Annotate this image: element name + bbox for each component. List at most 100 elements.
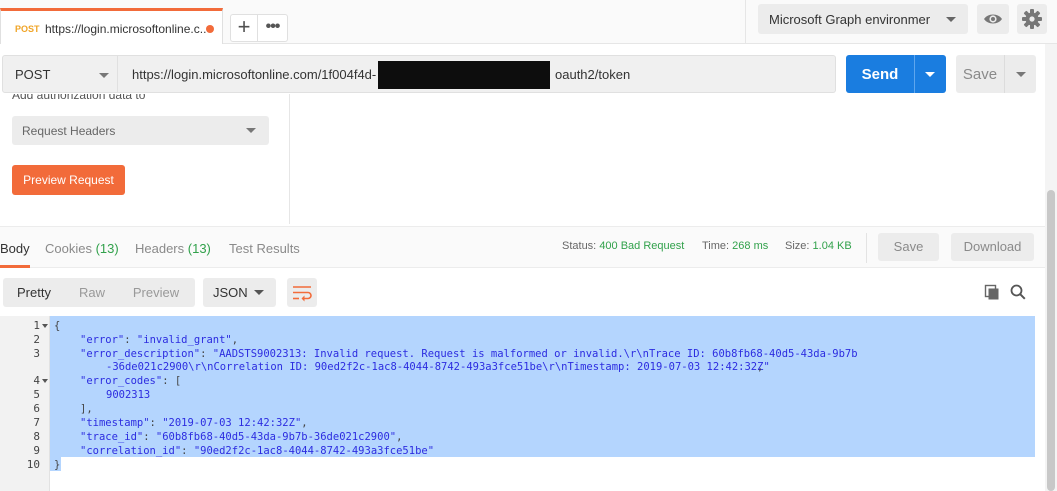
code-brace: { [54,320,61,332]
tab-label: Headers [135,241,185,256]
copy-icon[interactable] [984,284,1000,300]
line-number: 1 [33,319,40,332]
tab-title: https://login.microsoftonline.c... [45,22,207,36]
tab-cookies[interactable]: Cookies (13) [45,241,119,256]
code-line: ], [80,403,93,415]
save-response-button[interactable]: Save [878,233,939,261]
tab-label: Body [0,241,30,256]
view-raw-button[interactable]: Raw [65,278,119,307]
json-value: "60b8fb68-40d5-43da-9b7b-36de021c2900" [155,431,397,443]
line-number: 6 [33,402,40,415]
send-label: Send [861,66,899,83]
size-stat: Size: 1.04 KB [785,240,852,252]
json-value: "90ed2f2c-1ac8-4044-8742-493a3fce51be" [193,445,435,457]
line-number: 10 [26,458,40,471]
chevron-down-icon [246,128,256,133]
code-comma: , [757,361,764,373]
size-label: Size: [785,240,810,252]
json-number: 9002313 [106,389,151,401]
line-number: 2 [33,333,40,346]
eye-icon [984,14,1002,24]
code-area[interactable]: { "error": "invalid_grant", "error_descr… [50,316,1035,491]
json-key: "error" [80,334,125,346]
fold-arrow-icon[interactable] [42,379,48,383]
manage-environments-button[interactable] [1017,4,1047,34]
divider [866,233,867,263]
authorization-panel: Add authorization data to Request Header… [0,94,290,224]
json-value: "2019-07-03 12:42:32Z" [162,417,302,429]
divider [745,0,746,44]
tab-test-results[interactable]: Test Results [229,241,300,256]
format-label: JSON [213,285,248,300]
view-preview-button[interactable]: Preview [119,278,193,307]
unsaved-dot-icon [206,25,214,33]
time-value[interactable]: 268 ms [732,240,768,252]
line-number: 7 [33,416,40,429]
chevron-down-icon[interactable] [1016,72,1026,77]
environment-select[interactable]: Microsoft Graph environmer [758,4,968,34]
url-text-start: https://login.microsoftonline.com/1f004f… [132,67,377,82]
method-select[interactable]: POST [2,55,118,93]
response-body-editor[interactable]: 1 2 3 4 5 6 7 8 9 10 { "error": "invalid… [0,316,1057,491]
status-value[interactable]: 400 Bad Request [599,240,684,252]
redacted-block [378,61,550,89]
line-number: 4 [33,374,40,387]
url-input[interactable]: https://login.microsoftonline.com/1f004f… [118,55,836,93]
status-stat: Status: 400 Bad Request [562,240,684,252]
search-icon[interactable] [1010,284,1026,300]
divider [914,55,915,93]
tab-body[interactable]: Body [0,241,30,256]
line-number-gutter: 1 2 3 4 5 6 7 8 9 10 [0,316,50,491]
download-button[interactable]: Download [951,233,1034,261]
auth-data-location-label: Request Headers [22,124,116,138]
tab-headers[interactable]: Headers (13) [135,241,211,256]
tab-label: Cookies [45,241,92,256]
format-select[interactable]: JSON [203,278,276,307]
fold-arrow-icon[interactable] [42,324,48,328]
scrollbar-thumb[interactable] [1047,190,1055,491]
method-label: POST [15,67,51,82]
add-auth-data-label: Add authorization data to [12,94,146,102]
line-number: 8 [33,430,40,443]
wrap-lines-icon [293,286,312,302]
code-line: "correlation_id": "90ed2f2c-1ac8-4044-87… [80,445,435,457]
preview-request-button[interactable]: Preview Request [12,165,125,195]
time-label: Time: [702,240,730,252]
tab-bar: POST https://login.microsoftonline.c... … [0,0,1057,44]
code-line-wrap: -36de021c2900\r\nCorrelation ID: 90ed2f2… [106,361,770,373]
new-tab-button[interactable]: + [230,14,258,42]
time-stat: Time: 268 ms [702,240,768,252]
save-label: Save [962,66,998,83]
more-tabs-button[interactable]: ••• [258,14,288,42]
chevron-down-icon[interactable] [925,72,935,77]
wrap-lines-button[interactable] [287,278,317,307]
environment-quick-look-button[interactable] [977,4,1009,34]
url-text-end: oauth2/token [555,67,631,82]
request-tab[interactable]: POST https://login.microsoftonline.c... [0,8,223,44]
auth-data-location-select[interactable]: Request Headers [12,116,269,145]
chevron-down-icon [99,73,109,78]
environment-label: Microsoft Graph environmer [769,12,931,27]
send-button[interactable]: Send [846,55,946,93]
code-line: "error_description": "AADSTS9002313: Inv… [80,348,858,360]
chevron-down-icon [946,17,956,22]
size-value[interactable]: 1.04 KB [813,240,852,252]
view-pretty-button[interactable]: Pretty [3,278,65,307]
view-mode-group: Pretty Raw Preview [3,278,195,307]
tab-method: POST [15,24,40,34]
response-header: Body Cookies (13) Headers (13) Test Resu… [0,226,1057,268]
status-label: Status: [562,240,597,252]
code-line: "timestamp": "2019-07-03 12:42:32Z", [80,417,308,429]
json-key: "correlation_id" [80,445,182,457]
code-line: "error_codes": [ [80,375,182,387]
save-request-button[interactable]: Save [956,55,1036,93]
tab-count: (13) [187,241,211,256]
divider [1004,55,1005,93]
tab-label: Test Results [229,241,300,256]
line-number: 9 [33,444,40,457]
json-key: "error_codes" [80,375,163,387]
json-key: "error_description" [80,348,201,360]
code-line: "trace_id": "60b8fb68-40d5-43da-9b7b-36d… [80,431,403,443]
chevron-down-icon [254,290,264,295]
gear-icon [1022,9,1042,29]
